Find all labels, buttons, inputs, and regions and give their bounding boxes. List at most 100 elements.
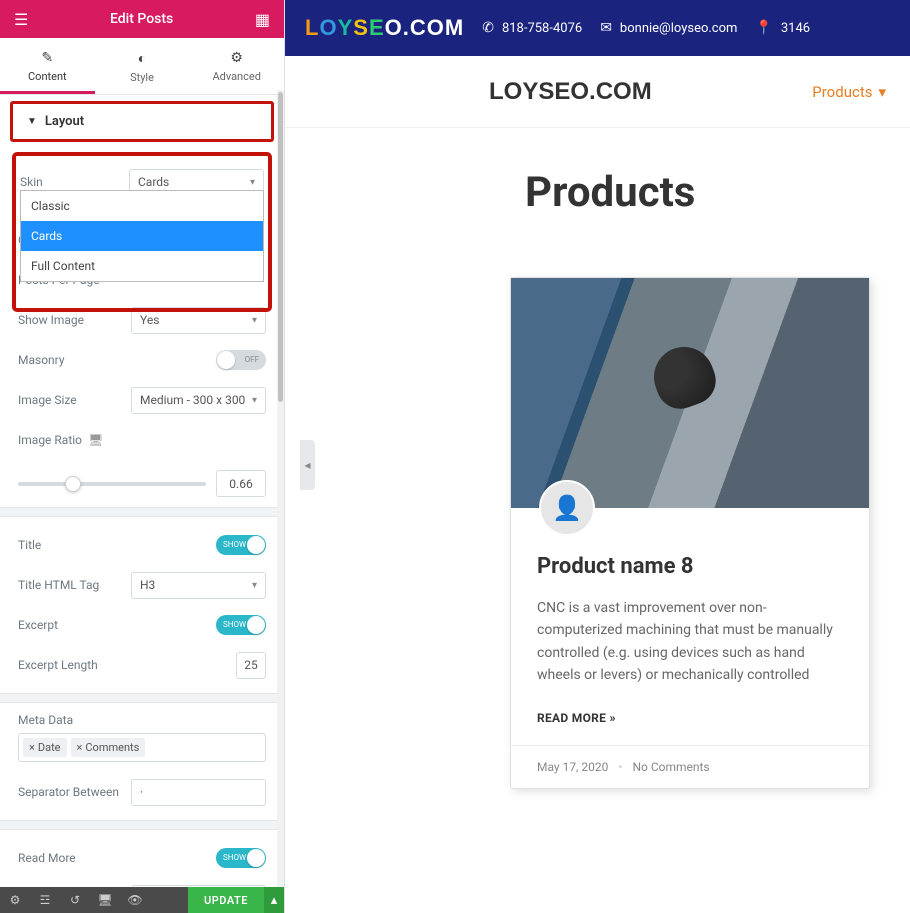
excerpt-toggle[interactable]: SHOW: [216, 615, 266, 635]
contact-email[interactable]: ✉ bonnie@loyseo.com: [600, 20, 737, 36]
toggle-label: SHOW: [223, 620, 246, 629]
toggle-knob: [247, 849, 265, 867]
navigator-icon[interactable]: ☲: [30, 893, 60, 907]
label-separator: Separator Between: [18, 785, 119, 799]
image-ratio-slider[interactable]: [18, 482, 206, 486]
toggle-label: SHOW: [223, 853, 246, 862]
controls: Skin Cards ▾ Classic Cards Full Content …: [0, 142, 284, 913]
label-masonry: Masonry: [18, 353, 65, 367]
meta-tag-date[interactable]: ×Date: [23, 738, 67, 757]
panel-tabs: ✎ Content ◐ Style ⚙ Advanced: [0, 38, 284, 95]
author-avatar[interactable]: 👤: [539, 480, 595, 536]
chevron-down-icon: ▾: [250, 177, 255, 188]
label-image-size: Image Size: [18, 393, 77, 407]
post-card[interactable]: 👤 Product name 8 CNC is a vast improveme…: [510, 277, 870, 789]
desktop-icon[interactable]: 🖥: [88, 433, 103, 447]
tab-content[interactable]: ✎ Content: [0, 38, 95, 94]
label-title: Title: [18, 538, 41, 552]
separator-dot: •: [618, 760, 622, 774]
menu-icon[interactable]: ☰: [14, 10, 28, 29]
settings-icon[interactable]: ⚙: [0, 893, 30, 907]
scrollbar-thumb[interactable]: [278, 92, 283, 402]
title-html-tag-select[interactable]: H3 ▾: [131, 572, 266, 599]
card-date: May 17, 2020: [537, 760, 608, 774]
site-logo[interactable]: LOYSEO.COM: [489, 78, 652, 106]
read-more-toggle[interactable]: SHOW: [216, 848, 266, 868]
panel-footer: ⚙ ☲ ↺ 🖥 👁 UPDATE ▴: [0, 887, 284, 913]
card-body: Product name 8 CNC is a vast improvement…: [511, 508, 869, 745]
label-image-ratio: Image Ratio 🖥: [18, 433, 103, 447]
toggle-knob: [247, 536, 265, 554]
select-value: Cards: [138, 175, 169, 189]
tab-style[interactable]: ◐ Style: [95, 38, 190, 94]
contact-address[interactable]: 📍 3146: [755, 20, 810, 36]
tab-label: Style: [130, 71, 154, 84]
divider: [0, 820, 284, 830]
responsive-icon[interactable]: 🖥: [90, 893, 120, 907]
chevron-down-icon: ▾: [252, 580, 257, 591]
location-icon: 📍: [755, 20, 772, 36]
phone-text: 818-758-4076: [502, 21, 582, 36]
chevron-down-icon: ▾: [252, 395, 257, 406]
meta-tag-comments[interactable]: ×Comments: [71, 738, 146, 757]
masonry-toggle[interactable]: OFF: [216, 350, 266, 370]
menu-label: Products: [812, 83, 872, 101]
update-button[interactable]: UPDATE: [188, 887, 264, 913]
card-excerpt: CNC is a vast improvement over non-compu…: [537, 597, 843, 687]
email-text: bonnie@loyseo.com: [620, 21, 738, 36]
contact-phone[interactable]: ✆ 818-758-4076: [482, 20, 582, 36]
skin-option-full-content[interactable]: Full Content: [21, 251, 263, 281]
caret-down-icon: ▼: [27, 116, 37, 127]
pencil-icon: ✎: [0, 50, 95, 66]
label-excerpt: Excerpt: [18, 618, 58, 632]
section-layout-toggle[interactable]: ▼ Layout: [10, 101, 274, 142]
address-text: 3146: [781, 21, 810, 36]
apps-icon[interactable]: ▦: [255, 10, 270, 29]
card-image: 👤: [511, 278, 869, 508]
menu-item-products[interactable]: Products ▾: [812, 83, 886, 101]
panel-scrollbar[interactable]: [277, 90, 284, 887]
section-title: Layout: [45, 114, 84, 129]
card-comments[interactable]: No Comments: [632, 760, 709, 774]
editor-panel: ☰ Edit Posts ▦ ✎ Content ◐ Style ⚙ Advan…: [0, 0, 285, 913]
email-icon: ✉: [600, 20, 612, 36]
preview-icon[interactable]: 👁: [120, 893, 150, 907]
select-value: Medium - 300 x 300: [140, 393, 245, 407]
card-title[interactable]: Product name 8: [537, 554, 843, 579]
label-read-more: Read More: [18, 851, 76, 865]
update-options[interactable]: ▴: [264, 887, 284, 913]
panel-header: ☰ Edit Posts ▦: [0, 0, 284, 38]
select-value: Yes: [140, 313, 159, 327]
panel-title: Edit Posts: [110, 11, 173, 27]
collapse-panel-handle[interactable]: ◂: [300, 440, 315, 490]
label-excerpt-length: Excerpt Length: [18, 658, 98, 672]
toggle-label: OFF: [245, 355, 259, 364]
close-icon[interactable]: ×: [77, 741, 83, 754]
phone-icon: ✆: [482, 20, 494, 36]
skin-option-classic[interactable]: Classic: [21, 191, 263, 221]
tab-label: Content: [28, 70, 67, 83]
tab-advanced[interactable]: ⚙ Advanced: [189, 38, 284, 94]
separator-input[interactable]: ·: [131, 779, 266, 806]
history-icon[interactable]: ↺: [60, 893, 90, 907]
title-toggle[interactable]: SHOW: [216, 535, 266, 555]
image-size-select[interactable]: Medium - 300 x 300 ▾: [131, 387, 266, 414]
close-icon[interactable]: ×: [29, 741, 35, 754]
meta-data-input[interactable]: ×Date ×Comments: [18, 733, 266, 762]
image-ratio-input[interactable]: 0.66: [216, 470, 266, 497]
card-footer: May 17, 2020 • No Comments: [511, 745, 869, 788]
site-nav: LOYSEO.COM Products ▾: [285, 56, 910, 128]
label-title-html-tag: Title HTML Tag: [18, 578, 99, 592]
page-title: Products: [525, 168, 870, 217]
tab-label: Advanced: [212, 70, 260, 83]
contrast-icon: ◐: [95, 50, 190, 67]
toggle-knob: [247, 616, 265, 634]
slider-thumb[interactable]: [65, 476, 81, 492]
skin-option-cards[interactable]: Cards: [21, 221, 263, 251]
select-value: H3: [140, 578, 155, 592]
read-more-link[interactable]: READ MORE »: [537, 711, 843, 725]
excerpt-length-input[interactable]: 25: [236, 652, 266, 679]
divider: [0, 507, 284, 517]
divider: [0, 693, 284, 703]
toggle-label: SHOW: [223, 540, 246, 549]
